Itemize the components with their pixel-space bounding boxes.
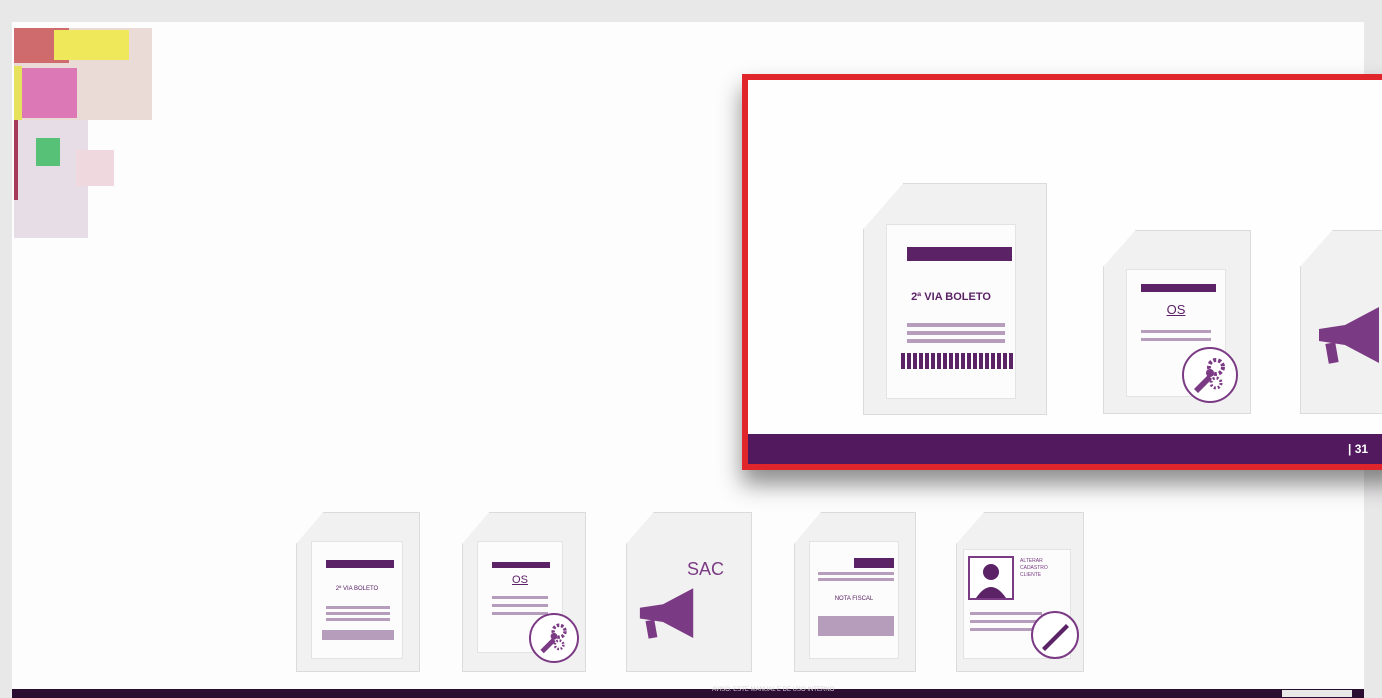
callout-footer-bar: | 31: [748, 434, 1382, 464]
os-document-icon[interactable]: OS: [462, 512, 586, 672]
sac-document-icon[interactable]: SAC: [626, 512, 752, 672]
footer-strip: AVISO: ESTE MANUAL E DE USO INTERNO: [12, 687, 1364, 698]
os-document-icon[interactable]: OS: [1103, 230, 1251, 414]
boleto-label: 2ª VIA BOLETO: [911, 291, 991, 303]
sac-document-icon[interactable]: [1300, 230, 1382, 414]
os-label: OS: [512, 574, 528, 586]
gears-icon: [1182, 347, 1238, 403]
boleto-document-icon[interactable]: 2ª VIA BOLETO: [863, 183, 1047, 415]
cadastro-label: ALTERAR CADASTRO CLIENTE: [1020, 558, 1048, 578]
sac-label: SAC: [687, 559, 725, 579]
zoom-callout: 2ª VIA BOLETO OS | 31: [742, 74, 1382, 470]
boleto-label: 2ª VIA BOLETO: [335, 586, 379, 592]
nota-fiscal-document-icon[interactable]: NOTA FISCAL: [794, 512, 916, 672]
megaphone-icon: [1309, 301, 1382, 376]
pen-icon: [1031, 611, 1079, 659]
os-label: OS: [1166, 302, 1186, 317]
footer-box: [1282, 690, 1352, 697]
boleto-document-icon[interactable]: 2ª VIA BOLETO: [296, 512, 420, 672]
footer-text: AVISO: ESTE MANUAL E DE USO INTERNO: [712, 687, 835, 693]
user-card-icon: [968, 556, 1014, 600]
megaphone-icon: [631, 579, 711, 654]
page-number: | 31: [1348, 442, 1369, 456]
gears-icon: [529, 613, 579, 663]
decorative-mosaic: [14, 28, 154, 238]
cadastro-document-icon[interactable]: ALTERAR CADASTRO CLIENTE: [956, 512, 1084, 672]
nota-fiscal-label: NOTA FISCAL: [834, 596, 874, 602]
